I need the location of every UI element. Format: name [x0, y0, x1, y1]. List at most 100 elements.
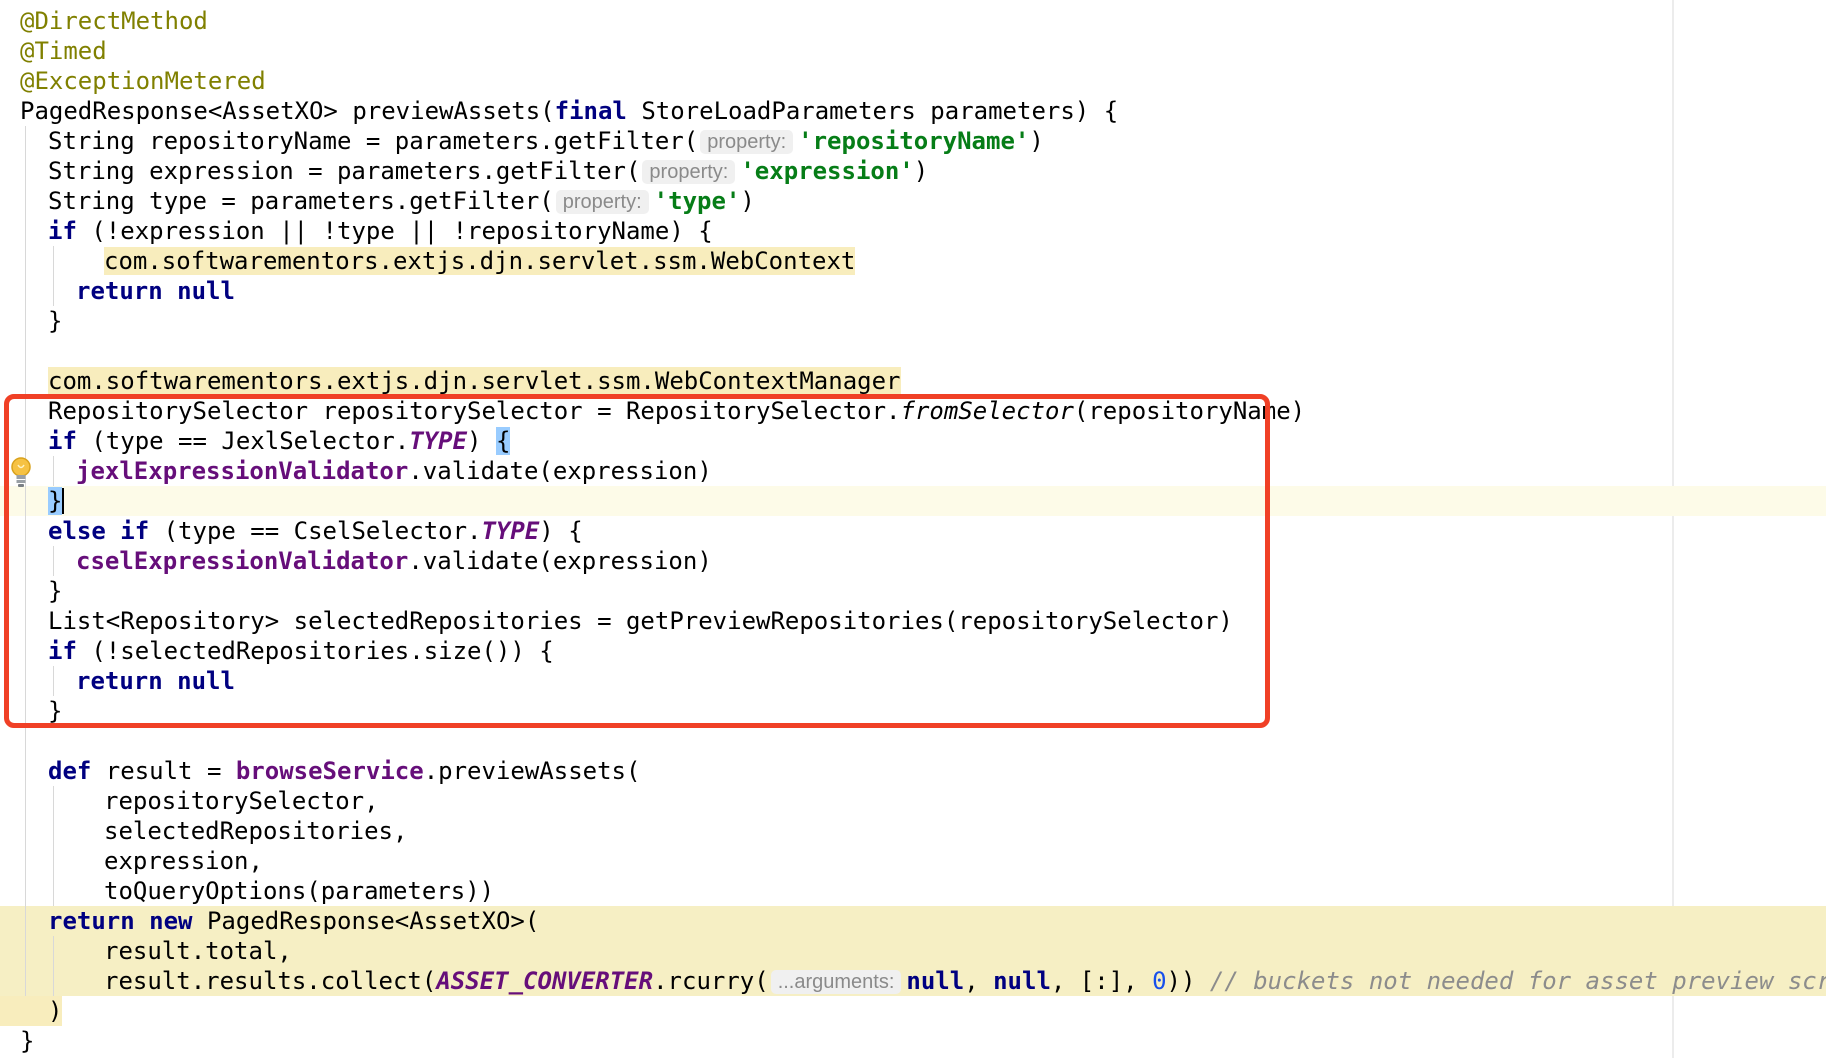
- annotation: @DirectMethod: [20, 7, 208, 35]
- indent-guide: [25, 906, 26, 936]
- unresolved-reference: com.softwarementors.extjs.djn.servlet.ss…: [104, 247, 856, 275]
- code-line-33[interactable]: result.results.collect(ASSET_CONVERTER.r…: [0, 966, 1826, 996]
- code-text: String type = parameters.getFilter(: [48, 187, 554, 215]
- indent-guide: [25, 786, 26, 816]
- indent-guide: [25, 306, 26, 336]
- code-text: result.total,: [104, 937, 292, 965]
- indent-guide: [25, 126, 26, 156]
- code-text: repositorySelector,: [104, 787, 379, 815]
- indent-guide: [25, 966, 26, 996]
- indent-guide: [25, 156, 26, 186]
- code-text: PagedResponse<AssetXO> previewAssets(: [20, 97, 555, 125]
- code-line-6[interactable]: String expression = parameters.getFilter…: [0, 156, 1826, 186]
- code-line-5[interactable]: String repositoryName = parameters.getFi…: [0, 126, 1826, 156]
- indent-guide: [53, 816, 54, 846]
- code-line-9[interactable]: com.softwarementors.extjs.djn.servlet.ss…: [0, 246, 1826, 276]
- keyword: final: [554, 97, 627, 125]
- code-text: .rcurry(: [653, 967, 769, 995]
- code-text: )): [1166, 967, 1210, 995]
- code-line-28[interactable]: selectedRepositories,: [0, 816, 1826, 846]
- code-editor[interactable]: @DirectMethod @Timed @ExceptionMetered P…: [0, 0, 1826, 1058]
- code-line-7[interactable]: String type = parameters.getFilter(prope…: [0, 186, 1826, 216]
- indent-guide: [25, 876, 26, 906]
- indent-guide: [53, 786, 54, 816]
- indent-guide: [25, 216, 26, 246]
- keyword: return: [48, 907, 135, 935]
- code-line-32[interactable]: result.total,: [0, 936, 1826, 966]
- indent-guide: [25, 246, 26, 276]
- code-line-4[interactable]: PagedResponse<AssetXO> previewAssets(fin…: [0, 96, 1826, 126]
- code-text: String expression = parameters.getFilter…: [48, 157, 641, 185]
- indent-guide: [25, 336, 26, 366]
- string-literal: 'expression': [740, 157, 914, 185]
- code-line-30[interactable]: toQueryOptions(parameters)): [0, 876, 1826, 906]
- line-comment: // buckets not needed for asset preview …: [1209, 967, 1826, 995]
- code-text: toQueryOptions(parameters)): [104, 877, 495, 905]
- keyword: null: [906, 967, 965, 995]
- code-text: .previewAssets(: [423, 757, 641, 785]
- keyword: if: [48, 217, 77, 245]
- code-text: StoreLoadParameters parameters) {: [626, 97, 1119, 125]
- code-line-12[interactable]: [0, 336, 1826, 366]
- keyword: null: [993, 967, 1051, 995]
- code-text-block: ): [0, 996, 62, 1026]
- keyword: return: [76, 277, 163, 305]
- annotation: @Timed: [20, 37, 107, 65]
- code-text: ): [913, 157, 929, 185]
- code-text: (!expression || !type || !repositoryName…: [76, 217, 713, 245]
- code-line-13[interactable]: com.softwarementors.extjs.djn.servlet.ss…: [0, 366, 1826, 396]
- code-line-8[interactable]: if (!expression || !type || !repositoryN…: [0, 216, 1826, 246]
- annotation: @ExceptionMetered: [20, 67, 266, 95]
- highlight-annotation-box: [4, 394, 1270, 728]
- code-line-1[interactable]: @DirectMethod: [0, 6, 1826, 36]
- number-literal: 0: [1152, 967, 1167, 995]
- indent-guide: [25, 276, 26, 306]
- indent-guide: [53, 966, 54, 996]
- indent-guide: [53, 846, 54, 876]
- code-line-3[interactable]: @ExceptionMetered: [0, 66, 1826, 96]
- code-text: PagedResponse<AssetXO>(: [192, 907, 540, 935]
- indent-guide: [25, 366, 26, 396]
- code-text: ,: [964, 967, 994, 995]
- parameter-hint: property:: [700, 130, 794, 154]
- code-line-11[interactable]: }: [0, 306, 1826, 336]
- unresolved-reference: com.softwarementors.extjs.djn.servlet.ss…: [48, 367, 901, 395]
- code-line-25[interactable]: [0, 726, 1826, 756]
- code-line-34[interactable]: ): [0, 996, 1826, 1026]
- code-line-35[interactable]: }: [0, 1026, 1826, 1056]
- code-line-29[interactable]: expression,: [0, 846, 1826, 876]
- indent-guide: [53, 876, 54, 906]
- keyword: null: [177, 277, 235, 305]
- code-line-31[interactable]: return new PagedResponse<AssetXO>(: [0, 906, 1826, 936]
- indent-guide: [25, 846, 26, 876]
- code-line-27[interactable]: repositorySelector,: [0, 786, 1826, 816]
- indent-guide: [25, 186, 26, 216]
- code-text: result =: [91, 757, 236, 785]
- indent-guide: [53, 276, 54, 306]
- indent-guide: [25, 816, 26, 846]
- code-text: ): [48, 997, 63, 1025]
- code-text: , [:],: [1050, 967, 1153, 995]
- keyword: new: [149, 907, 193, 935]
- static-constant: ASSET_CONVERTER: [436, 967, 654, 995]
- indent-guide: [25, 726, 26, 756]
- code-line-10[interactable]: return null: [0, 276, 1826, 306]
- indent-guide: [25, 756, 26, 786]
- field-reference: browseService: [235, 757, 424, 785]
- code-text: expression,: [104, 847, 263, 875]
- string-literal: 'repositoryName': [798, 127, 1030, 155]
- code-text: ): [740, 187, 755, 215]
- code-text: selectedRepositories,: [104, 817, 408, 845]
- code-text: ): [1029, 127, 1044, 155]
- code-line-2[interactable]: @Timed: [0, 36, 1826, 66]
- code-text: String repositoryName = parameters.getFi…: [48, 127, 699, 155]
- code-text: }: [20, 1027, 35, 1055]
- indent-guide: [53, 246, 54, 276]
- lightbulb-icon[interactable]: [10, 456, 32, 490]
- code-line-26[interactable]: def result = browseService.previewAssets…: [0, 756, 1826, 786]
- indent-guide: [53, 936, 54, 966]
- code-text: result.results.collect(: [104, 967, 437, 995]
- indent-guide: [25, 936, 26, 966]
